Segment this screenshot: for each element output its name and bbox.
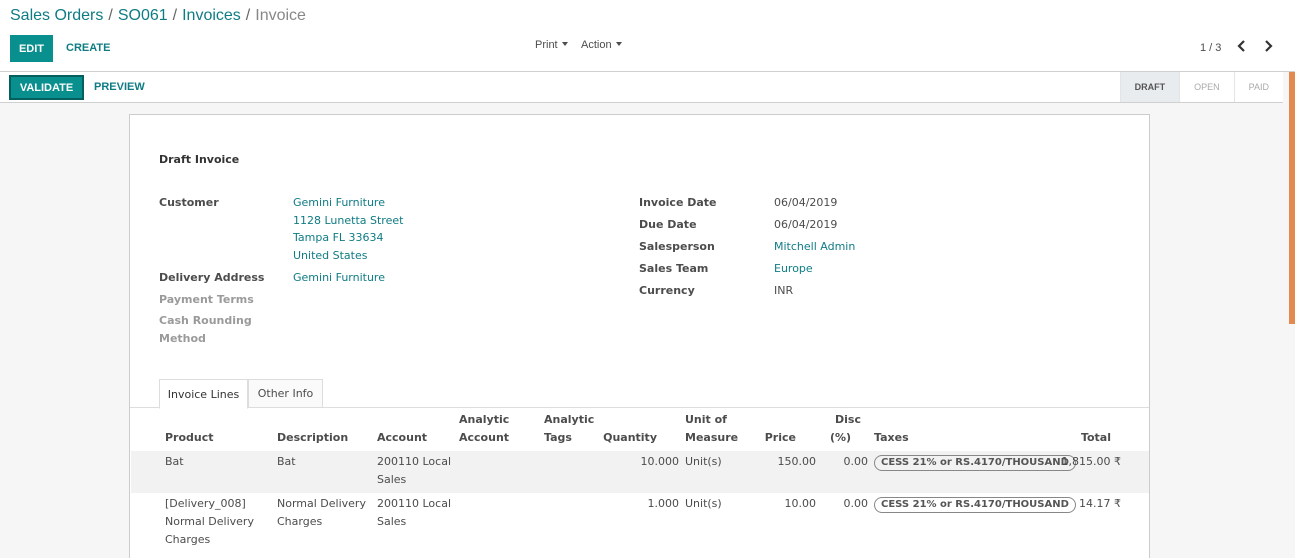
sales-team-value[interactable]: Europe xyxy=(774,262,813,275)
sales-team-label: Sales Team xyxy=(639,262,709,275)
breadcrumb-separator: / xyxy=(108,7,113,24)
row-account: 200110 Local xyxy=(377,455,451,468)
print-dropdown[interactable]: Print xyxy=(535,39,568,51)
invoice-sheet: Draft Invoice Customer Gemini Furniture … xyxy=(129,114,1150,558)
customer-label: Customer xyxy=(159,196,219,209)
row-account-2: Sales xyxy=(377,515,407,528)
salesperson-value[interactable]: Mitchell Admin xyxy=(774,240,855,253)
notebook-tabs: Invoice Lines Other Info xyxy=(130,379,1149,409)
salesperson-label: Salesperson xyxy=(639,240,715,253)
row-account-2: Sales xyxy=(377,473,407,486)
invoice-date-value: 06/04/2019 xyxy=(774,196,838,209)
row-description: Normal Delivery xyxy=(277,497,366,510)
breadcrumb-separator: / xyxy=(172,7,178,24)
row-quantity: 10.000 xyxy=(640,455,680,468)
caret-down-icon xyxy=(561,42,568,46)
row-uom: Unit(s) xyxy=(685,497,722,510)
column-header-product[interactable]: Product xyxy=(165,429,214,447)
column-header-price[interactable]: Price xyxy=(756,429,796,447)
row-product: [Delivery_008] xyxy=(165,497,246,510)
currency-label: Currency xyxy=(639,284,695,297)
row-total: 14.17 ₹ xyxy=(1079,497,1121,510)
column-header-analytic-account[interactable]: Analytic xyxy=(459,411,509,429)
row-price: 10.00 xyxy=(784,497,817,510)
row-product-2: Normal Delivery xyxy=(165,515,254,528)
chevron-right-icon[interactable] xyxy=(1263,40,1273,56)
column-header-description[interactable]: Description xyxy=(277,429,348,447)
column-header-taxes[interactable]: Taxes xyxy=(874,429,909,447)
breadcrumb-invoices[interactable]: Invoices xyxy=(182,7,241,24)
delivery-address-label: Delivery Address xyxy=(159,271,265,284)
scrollbar[interactable] xyxy=(1289,72,1295,324)
row-account: 200110 Local xyxy=(377,497,451,510)
status-stages: DRAFT OPEN PAID xyxy=(1119,72,1283,102)
customer-country: United States xyxy=(293,249,368,262)
row-product: Bat xyxy=(165,455,184,468)
column-header-quantity[interactable]: Quantity xyxy=(600,429,657,447)
column-header-uom[interactable]: Unit of xyxy=(685,411,727,429)
control-panel: Sales Orders / SO061/Invoices / Invoice EDIT… xyxy=(0,0,1295,72)
stage-open[interactable]: OPEN xyxy=(1179,72,1234,102)
print-label: Print xyxy=(535,39,558,51)
create-button[interactable]: CREATE xyxy=(66,42,110,54)
tax-badge: CESS 21% or RS.4170/THOUSAND xyxy=(874,497,1076,513)
row-total: 1,815.00 ₹ xyxy=(1061,455,1121,468)
row-quantity: 1.000 xyxy=(647,497,680,510)
row-description: Bat xyxy=(277,455,296,468)
customer-city: Tampa FL 33634 xyxy=(293,231,384,244)
edit-button[interactable]: EDIT xyxy=(10,35,53,62)
preview-button[interactable]: PREVIEW xyxy=(94,81,145,93)
delivery-address-value[interactable]: Gemini Furniture xyxy=(293,271,385,284)
statusbar: VALIDATE PREVIEW DRAFT OPEN PAID xyxy=(0,72,1283,103)
validate-button[interactable]: VALIDATE xyxy=(9,75,84,100)
currency-value: INR xyxy=(774,284,794,297)
column-header-uom-2: Measure xyxy=(685,431,739,444)
row-description-2: Charges xyxy=(277,515,323,528)
row-disc: 0.00 xyxy=(843,497,869,510)
breadcrumb-separator: / xyxy=(245,7,251,24)
column-header-total[interactable]: Total xyxy=(1060,429,1111,447)
row-product-3: Charges xyxy=(165,533,211,546)
due-date-value: 06/04/2019 xyxy=(774,218,838,231)
due-date-label: Due Date xyxy=(639,218,697,231)
stage-draft: DRAFT xyxy=(1119,72,1180,102)
column-header-disc-2: (%) xyxy=(830,431,852,444)
column-header-analytic-tags[interactable]: Analytic xyxy=(544,411,594,429)
tax-badge: CESS 21% or RS.4170/THOUSAND xyxy=(874,455,1076,471)
caret-down-icon xyxy=(615,42,622,46)
invoice-title: Draft Invoice xyxy=(159,153,240,166)
column-header-account[interactable]: Account xyxy=(377,429,427,447)
row-price: 150.00 xyxy=(777,455,817,468)
cash-rounding-label-2: Method xyxy=(159,332,206,345)
breadcrumb-so061[interactable]: SO061 xyxy=(118,7,168,24)
row-disc: 0.00 xyxy=(843,455,869,468)
column-header-analytic-tags-2: Tags xyxy=(544,431,572,444)
breadcrumb: Sales Orders / SO061/Invoices / Invoice xyxy=(10,7,306,25)
column-header-analytic-account-2: Account xyxy=(459,431,510,444)
breadcrumb-current: Invoice xyxy=(255,7,306,24)
chevron-left-icon[interactable] xyxy=(1237,40,1247,56)
cash-rounding-label: Cash Rounding xyxy=(159,314,252,327)
customer-name[interactable]: Gemini Furniture xyxy=(293,196,385,209)
payment-terms-label: Payment Terms xyxy=(159,293,254,306)
customer-street: 1128 Lunetta Street xyxy=(293,214,404,227)
invoice-date-label: Invoice Date xyxy=(639,196,717,209)
tab-invoice-lines[interactable]: Invoice Lines xyxy=(159,379,248,409)
action-dropdown[interactable]: Action xyxy=(581,39,622,51)
breadcrumb-sales-orders[interactable]: Sales Orders xyxy=(10,7,103,24)
row-uom: Unit(s) xyxy=(685,455,722,468)
action-label: Action xyxy=(581,39,612,51)
tab-other-info[interactable]: Other Info xyxy=(248,379,323,408)
stage-paid[interactable]: PAID xyxy=(1233,72,1283,102)
column-header-disc[interactable]: Disc xyxy=(835,411,861,429)
pager-value[interactable]: 1 / 3 xyxy=(1200,42,1221,54)
